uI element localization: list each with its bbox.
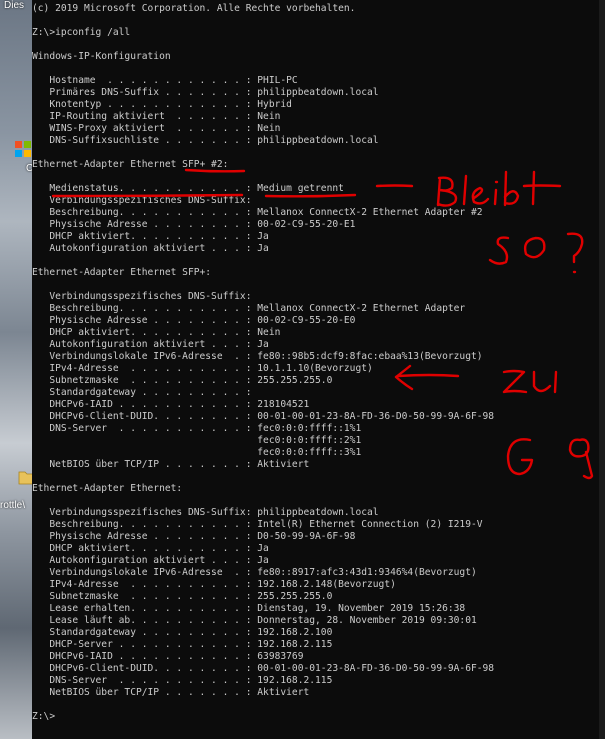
- console-line: Primäres DNS-Suffix . . . . . . . : phil…: [32, 87, 379, 98]
- console-line: NetBIOS über TCP/IP . . . . . . . : Akti…: [32, 687, 310, 698]
- console-line: (c) 2019 Microsoft Corporation. Alle Rec…: [32, 3, 356, 14]
- console-line: Standardgateway . . . . . . . . . : 192.…: [32, 627, 333, 638]
- console-line: Verbindungsspezifisches DNS-Suffix: phil…: [32, 507, 379, 518]
- console-line: Subnetzmaske . . . . . . . . . . : 255.2…: [32, 375, 333, 386]
- console-line: Physische Adresse . . . . . . . . : D0-5…: [32, 531, 356, 542]
- console-line: Beschreibung. . . . . . . . . . . : Inte…: [32, 519, 483, 530]
- console-line: Physische Adresse . . . . . . . . : 00-0…: [32, 219, 356, 230]
- console-line: DNS-Server . . . . . . . . . . . : 192.1…: [32, 675, 333, 686]
- console-line: Medienstatus. . . . . . . . . . . : Medi…: [32, 183, 344, 194]
- console-line: Verbindungsspezifisches DNS-Suffix:: [32, 291, 252, 302]
- console-line: fec0:0:0:ffff::2%1: [32, 435, 362, 446]
- console-line: IPv4-Adresse . . . . . . . . . . : 192.1…: [32, 579, 396, 590]
- console-line: IP-Routing aktiviert . . . . . . : Nein: [32, 111, 281, 122]
- console-line: DHCP aktiviert. . . . . . . . . . : Ja: [32, 231, 269, 242]
- console-line: Lease erhalten. . . . . . . . . . : Dien…: [32, 603, 466, 614]
- console-line: Physische Adresse . . . . . . . . : 00-0…: [32, 315, 356, 326]
- console-line: DHCP aktiviert. . . . . . . . . . : Ja: [32, 543, 269, 554]
- console-line: Verbindungsspezifisches DNS-Suffix:: [32, 195, 252, 206]
- console-line: IPv4-Adresse . . . . . . . . . . : 10.1.…: [32, 363, 373, 374]
- desktop-label-top: Dies: [4, 0, 25, 11]
- console-line: Ethernet-Adapter Ethernet SFP+ #2:: [32, 159, 229, 170]
- console-line: DHCPv6-IAID . . . . . . . . . . . : 2181…: [32, 399, 310, 410]
- console-window[interactable]: (c) 2019 Microsoft Corporation. Alle Rec…: [32, 0, 605, 739]
- console-line: Ethernet-Adapter Ethernet:: [32, 483, 183, 494]
- console-line: WINS-Proxy aktiviert . . . . . . : Nein: [32, 123, 281, 134]
- console-line: Standardgateway . . . . . . . . . :: [32, 387, 252, 398]
- console-line: Beschreibung. . . . . . . . . . . : Mell…: [32, 207, 483, 218]
- console-line: DNS-Server . . . . . . . . . . . : fec0:…: [32, 423, 362, 434]
- console-line: Subnetzmaske . . . . . . . . . . : 255.2…: [32, 591, 333, 602]
- console-line: DNS-Suffixsuchliste . . . . . . . : phil…: [32, 135, 379, 146]
- console-line: Z:\>: [32, 711, 56, 722]
- console-line: NetBIOS über TCP/IP . . . . . . . : Akti…: [32, 459, 310, 470]
- console-line: Knotentyp . . . . . . . . . . . . : Hybr…: [32, 99, 292, 110]
- console-line: Z:\>ipconfig /all: [32, 27, 131, 38]
- console-line: Verbindungslokale IPv6-Adresse . : fe80:…: [32, 351, 483, 362]
- desktop-app-icon[interactable]: [14, 140, 32, 158]
- console-line: Autokonfiguration aktiviert . . . : Ja: [32, 555, 269, 566]
- desktop-background: Dies C rottle\: [0, 0, 36, 739]
- console-line: Verbindungslokale IPv6-Adresse . : fe80:…: [32, 567, 477, 578]
- console-line: Windows-IP-Konfiguration: [32, 51, 171, 62]
- console-line: DHCPv6-Client-DUID. . . . . . . . : 00-0…: [32, 663, 495, 674]
- console-line: Beschreibung. . . . . . . . . . . : Mell…: [32, 303, 466, 314]
- console-line: Autokonfiguration aktiviert . . . : Ja: [32, 243, 269, 254]
- console-line: DHCP aktiviert. . . . . . . . . . : Nein: [32, 327, 281, 338]
- console-line: Ethernet-Adapter Ethernet SFP+:: [32, 267, 212, 278]
- console-line: DHCPv6-Client-DUID. . . . . . . . : 00-0…: [32, 411, 495, 422]
- console-scrollbar[interactable]: [599, 0, 605, 739]
- console-line: DHCPv6-IAID . . . . . . . . . . . : 6398…: [32, 651, 304, 662]
- console-line: Autokonfiguration aktiviert . . . : Ja: [32, 339, 269, 350]
- console-line: Lease läuft ab. . . . . . . . . . : Donn…: [32, 615, 477, 626]
- console-line: Hostname . . . . . . . . . . . . : PHIL-…: [32, 75, 298, 86]
- console-line: DHCP-Server . . . . . . . . . . . : 192.…: [32, 639, 333, 650]
- desktop-label-bottom: rottle\: [0, 500, 26, 511]
- console-line: fec0:0:0:ffff::3%1: [32, 447, 362, 458]
